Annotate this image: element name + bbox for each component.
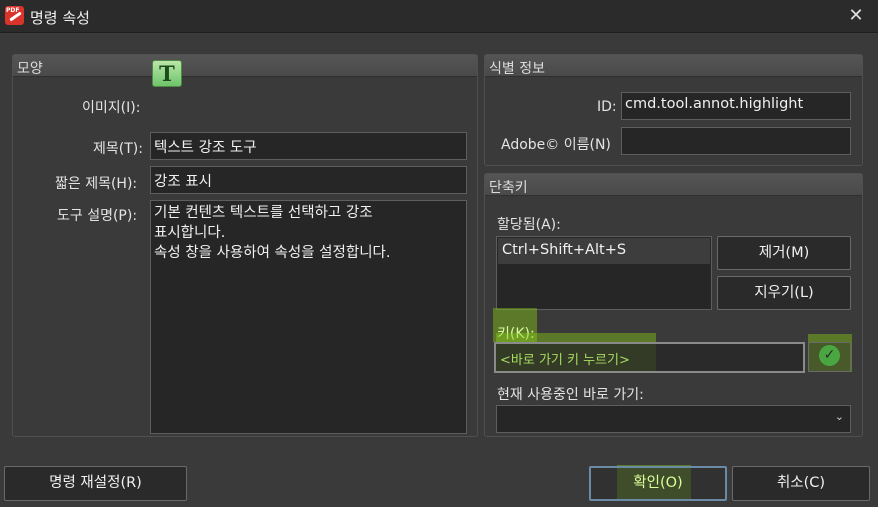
checkmark-icon[interactable]: ✓ [819,345,840,366]
close-icon[interactable]: ✕ [840,1,872,31]
shortcut-key-input[interactable]: <바로 가기 키 누르기> [494,342,805,373]
short-title-label: 짧은 제목(H): [55,176,138,192]
short-title-field[interactable]: 강조 표시 [150,166,467,194]
id-label: ID: [597,99,617,115]
assigned-label: 할당됨(A): [497,217,561,233]
adobe-name-label: Adobe© 이름(N) [501,137,611,153]
adobe-name-field[interactable] [621,127,851,155]
chevron-down-icon: ⌄ [834,410,844,423]
clear-button[interactable]: 지우기(L) [717,276,851,310]
current-shortcut-select[interactable]: ⌄ [496,405,851,433]
pdf-pen-icon: PDF [5,6,24,25]
list-item[interactable]: Ctrl+Shift+Alt+S [498,238,710,264]
description-field[interactable]: 기본 컨텐츠 텍스트를 선택하고 강조 표시합니다. 속성 창을 사용하여 속성… [150,200,467,434]
dialog-body: 모양 이미지(I): T 제목(T): 텍스트 강조 도구 짧은 제목(H): … [0,34,878,507]
ok-button[interactable]: 확인(O) [589,466,727,501]
reset-command-button[interactable]: 명령 재설정(R) [4,466,187,501]
cancel-button[interactable]: 취소(C) [732,466,870,501]
image-label: 이미지(I): [82,100,141,116]
current-shortcut-label: 현재 사용중인 바로 가기: [497,387,644,403]
title-label: 제목(T): [93,141,143,157]
description-label: 도구 설명(P): [57,208,138,224]
text-highlight-icon[interactable]: T [152,60,182,87]
title-field[interactable]: 텍스트 강조 도구 [150,132,467,160]
assigned-list[interactable]: Ctrl+Shift+Alt+S [496,236,712,310]
remove-button[interactable]: 제거(M) [717,236,851,270]
title-bar: PDF 명령 속성 ✕ [0,0,878,33]
id-field[interactable]: cmd.tool.annot.highlight [621,92,851,120]
appearance-header: 모양 [13,55,477,77]
identity-header: 식별 정보 [485,55,862,77]
shortcut-header: 단축키 [485,174,862,196]
window-title: 명령 속성 [30,9,90,27]
